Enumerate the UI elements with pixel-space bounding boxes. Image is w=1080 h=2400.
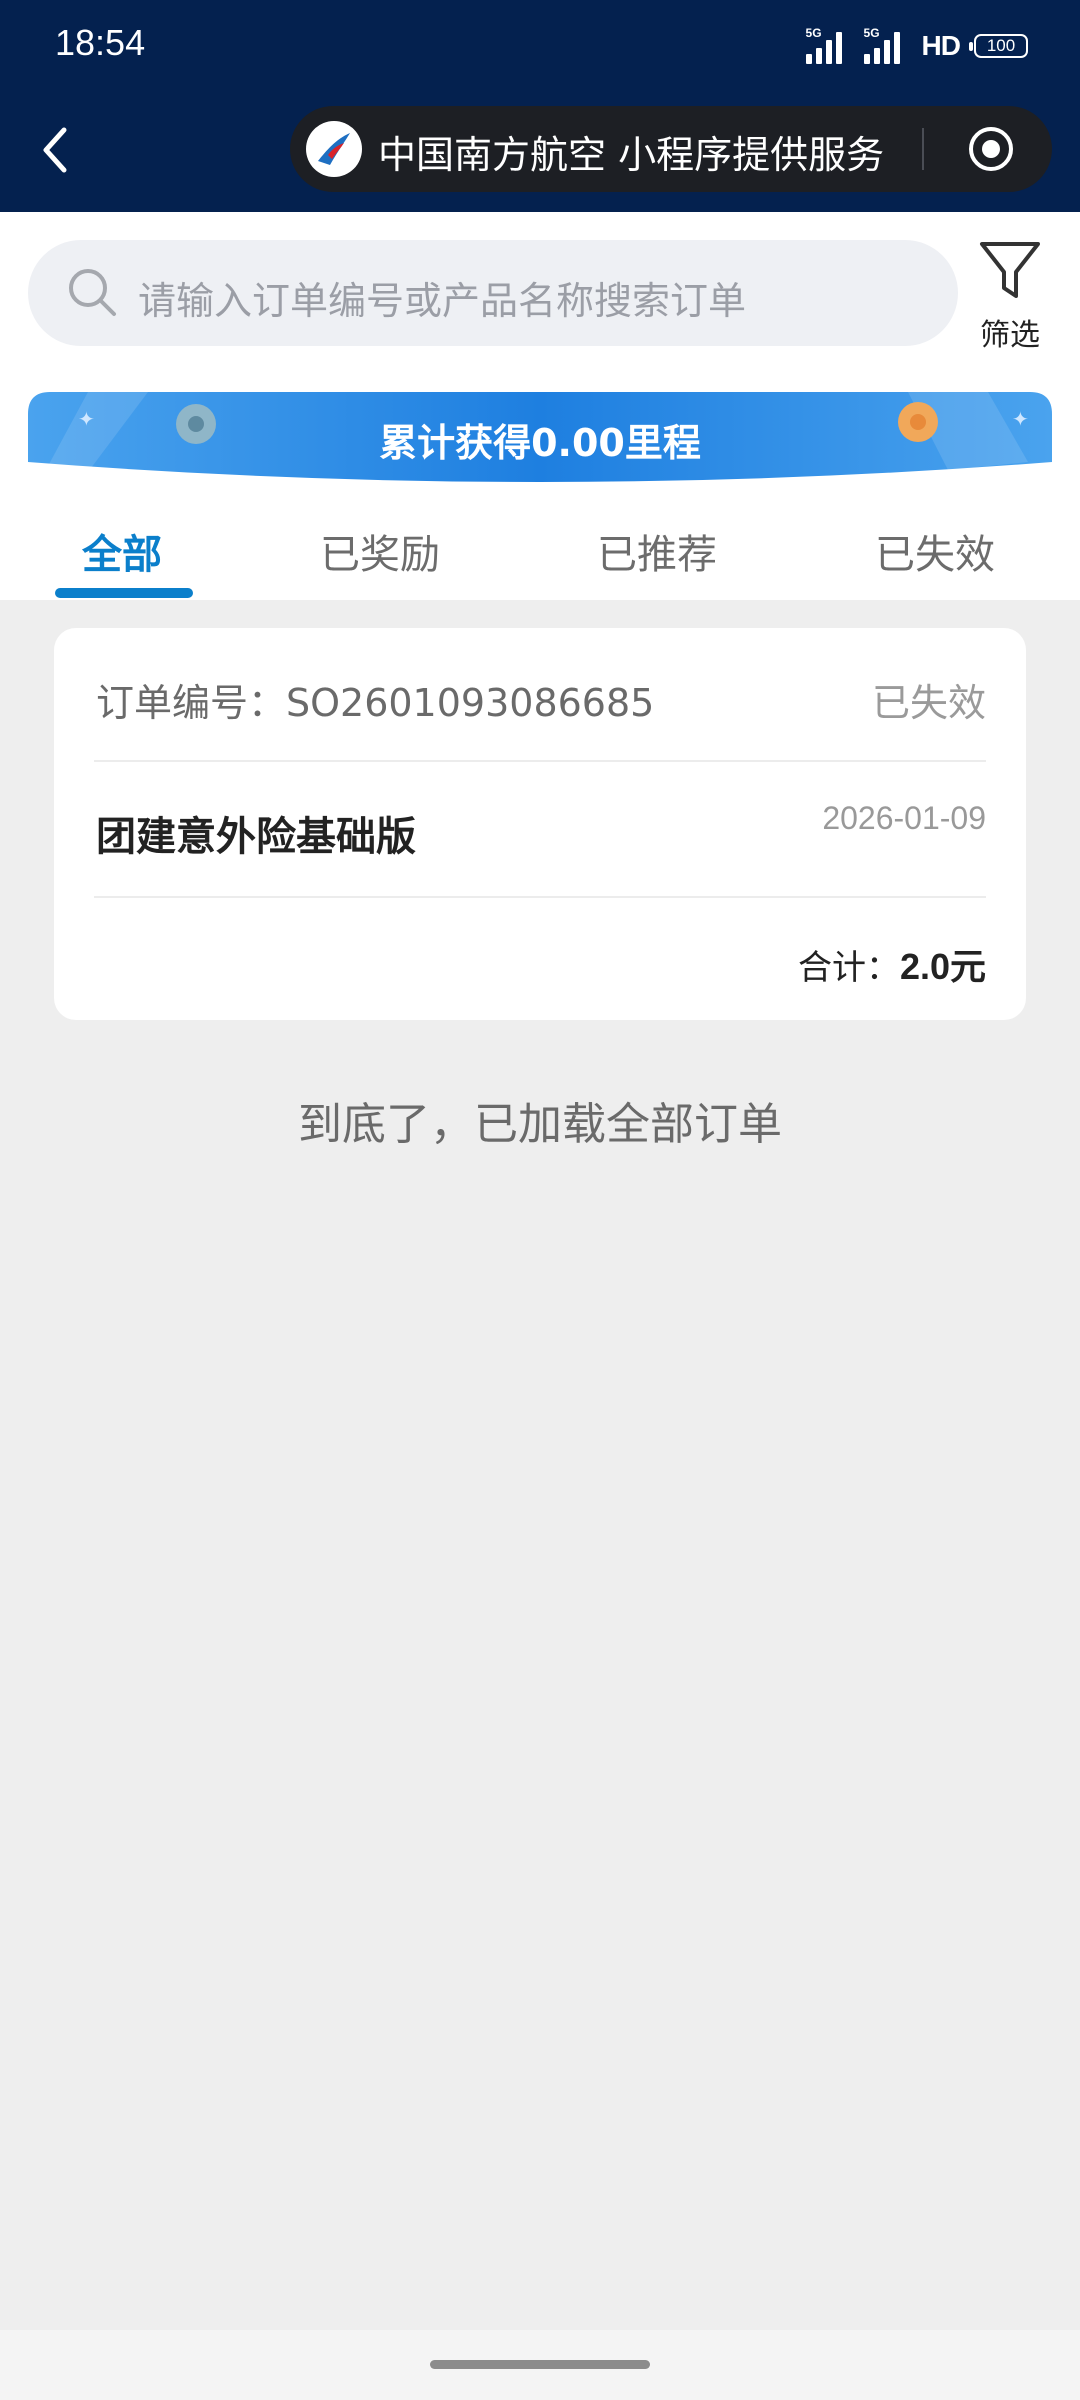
close-target-button[interactable] xyxy=(968,126,1014,172)
order-card[interactable]: 订单编号：SO2601093086685 已失效 团建意外险基础版 2026-0… xyxy=(54,628,1026,1020)
mini-program-service-text: 中国南方航空 小程序提供服务 xyxy=(378,133,885,177)
search-input[interactable]: 请输入订单编号或产品名称搜索订单 xyxy=(28,240,958,346)
search-placeholder: 请输入订单编号或产品名称搜索订单 xyxy=(138,279,747,323)
signal-icon: 5G xyxy=(863,26,908,64)
mini-program-capsule[interactable]: 中国南方航空 小程序提供服务 xyxy=(290,106,1052,192)
order-date: 2026-01-09 xyxy=(822,800,986,836)
search-icon xyxy=(69,269,116,316)
order-status: 已失效 xyxy=(871,681,986,725)
filter-button[interactable]: 筛选 xyxy=(960,230,1060,360)
product-name: 团建意外险基础版 xyxy=(96,814,416,860)
end-of-list-message: 到底了，已加载全部订单 xyxy=(298,1099,782,1150)
mileage-total: 累计获得0.00里程 xyxy=(379,421,701,465)
target-icon xyxy=(969,127,1013,171)
home-indicator[interactable] xyxy=(430,2360,650,2369)
card-divider xyxy=(94,760,986,762)
hd-indicator: HD xyxy=(921,30,961,61)
status-time: 18:54 xyxy=(55,22,146,63)
gesture-bar xyxy=(0,2330,1080,2400)
card-divider xyxy=(94,896,986,898)
filter-label: 筛选 xyxy=(980,318,1040,353)
battery-icon: 100 xyxy=(969,34,1028,58)
order-number: 订单编号：SO2601093086685 xyxy=(96,681,655,725)
signal-icon: 5G xyxy=(805,26,850,64)
total-value: 2.0元 xyxy=(899,946,986,987)
capsule-divider xyxy=(922,128,924,170)
back-button[interactable] xyxy=(30,110,90,190)
tab-recommended[interactable]: 已推荐 xyxy=(597,522,717,580)
mileage-banner: ✦ ✦ 累计获得0.00里程 xyxy=(28,392,1052,490)
total-label: 合计： xyxy=(797,948,900,988)
active-tab-indicator xyxy=(55,588,193,598)
tab-all[interactable]: 全部 xyxy=(82,522,162,580)
airline-logo-icon xyxy=(306,121,362,177)
tab-expired[interactable]: 已失效 xyxy=(875,522,995,580)
chevron-left-icon xyxy=(43,127,67,173)
tab-rewarded[interactable]: 已奖励 xyxy=(320,522,440,580)
order-total: 合计：2.0元 xyxy=(798,938,986,990)
top-bar: 18:54 5G 5G HD 100 中国南方航空 小程序提供服务 xyxy=(0,0,1080,212)
filter-icon xyxy=(980,242,1040,298)
status-icons: 5G 5G HD 100 xyxy=(805,26,1028,66)
order-tabs: 全部 已奖励 已推荐 已失效 xyxy=(0,510,1080,600)
